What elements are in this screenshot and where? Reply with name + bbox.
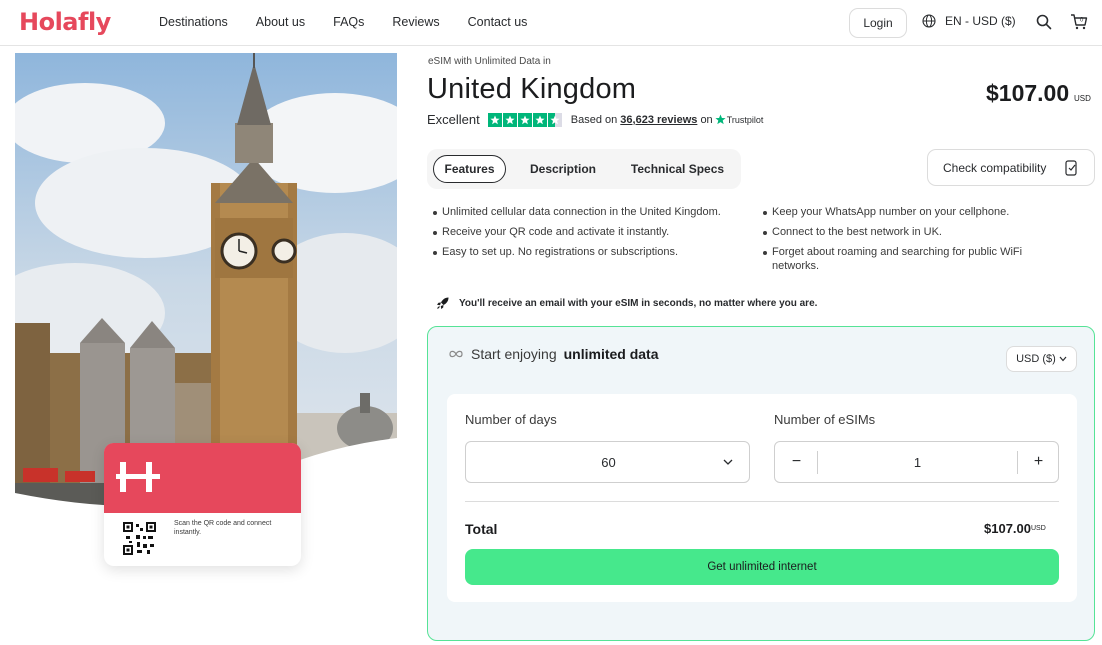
email-note-text: You'll receive an email with your eSIM i… [459,297,818,309]
nav-about-us[interactable]: About us [256,15,305,29]
tab-features[interactable]: Features [433,155,506,183]
on-label: on [700,113,713,126]
total-label: Total [465,521,498,537]
esim-card-header [104,443,301,513]
chevron-down-icon [1059,356,1067,362]
half-star-icon [547,112,562,127]
star-icon [532,112,547,127]
phone-check-icon [1065,160,1077,176]
product-price: $107.00 [986,80,1070,106]
based-on-label: Based on [570,113,618,126]
language-selector[interactable]: EN - USD ($) [922,14,1016,28]
nav-faqs[interactable]: FAQs [333,15,364,29]
esims-value[interactable]: 1 [818,455,1017,470]
feature-item: Receive your QR code and activate it ins… [431,225,721,239]
globe-icon [922,14,936,28]
search-icon[interactable] [1035,13,1053,31]
features-list-right: Keep your WhatsApp number on your cellph… [761,205,1061,279]
check-compatibility-button[interactable]: Check compatibility [927,149,1095,186]
currency-label: USD ($) [1016,353,1056,365]
chevron-down-icon [723,459,733,465]
qr-code-icon [123,522,156,555]
trustpilot-star-icon [715,114,726,125]
infinity-icon [449,350,463,358]
product-tabs: Features Description Technical Specs [427,149,741,189]
rating-stars [487,112,562,127]
language-label: EN - USD ($) [945,14,1016,28]
divider [465,501,1059,502]
panel-heading-text: Start enjoying [471,346,557,362]
esims-label: Number of eSIMs [774,412,876,427]
star-icon [517,112,532,127]
days-value: 60 [601,455,616,470]
esim-card-instructions: Scan the QR code and connect instantly. [174,520,272,536]
feature-item: Unlimited cellular data connection in th… [431,205,721,219]
product-eyebrow: eSIM with Unlimited Data in [428,56,551,67]
feature-item: Easy to set up. No registrations or subs… [431,245,721,259]
feature-item: Keep your WhatsApp number on your cellph… [761,205,1061,219]
site-header: Holafly Destinations About us FAQs Revie… [0,0,1102,46]
star-icon [502,112,517,127]
main-nav: Destinations About us FAQs Reviews Conta… [159,15,555,29]
holafly-logo[interactable]: Holafly [19,8,111,36]
reviews-link[interactable]: 36,623 reviews [620,114,697,126]
feature-item: Connect to the best network in UK. [761,225,1061,239]
trustpilot-label: Trustpilot [726,114,764,125]
trustpilot-logo[interactable]: Trustpilot [715,114,764,125]
feature-item: Forget about roaming and searching for p… [761,245,1061,273]
esim-card: Scan the QR code and connect instantly. [104,443,301,566]
tab-technical-specs[interactable]: Technical Specs [620,155,735,183]
rocket-icon [437,297,449,309]
holafly-h-logo [104,443,301,513]
login-button[interactable]: Login [849,8,907,38]
panel-heading-bold: unlimited data [563,346,659,362]
plan-config: Number of days Number of eSIMs 60 − 1 + … [447,394,1077,602]
nav-contact-us[interactable]: Contact us [468,15,528,29]
increment-button[interactable]: + [1018,450,1059,474]
price-currency: USD [1074,94,1091,103]
total-currency: USD [1031,525,1046,532]
decrement-button[interactable]: − [776,450,817,474]
email-delivery-note: You'll receive an email with your eSIM i… [436,296,817,310]
esims-stepper: − 1 + [774,441,1059,483]
check-compatibility-label: Check compatibility [943,160,1047,175]
rating-word: Excellent [427,112,480,127]
reviews-summary: Based on 36,623 reviews on [571,114,713,126]
nav-reviews[interactable]: Reviews [392,15,439,29]
star-icon [487,112,502,127]
total-value: $107.00 [984,521,1031,536]
tab-description[interactable]: Description [520,155,606,183]
rating-row: Excellent Based on 36,623 reviews on Tru… [427,112,763,127]
days-select[interactable]: 60 [465,441,750,483]
currency-dropdown[interactable]: USD ($) [1006,346,1077,372]
days-label: Number of days [465,412,557,427]
cart-icon[interactable]: 0 [1070,13,1088,31]
panel-heading: Start enjoying unlimited data [448,346,659,362]
features-list-left: Unlimited cellular data connection in th… [431,205,721,265]
page-title: United Kingdom [427,73,637,105]
purchase-panel: Start enjoying unlimited data USD ($) Nu… [427,326,1095,641]
nav-destinations[interactable]: Destinations [159,15,228,29]
get-unlimited-internet-button[interactable]: Get unlimited internet [465,549,1059,585]
